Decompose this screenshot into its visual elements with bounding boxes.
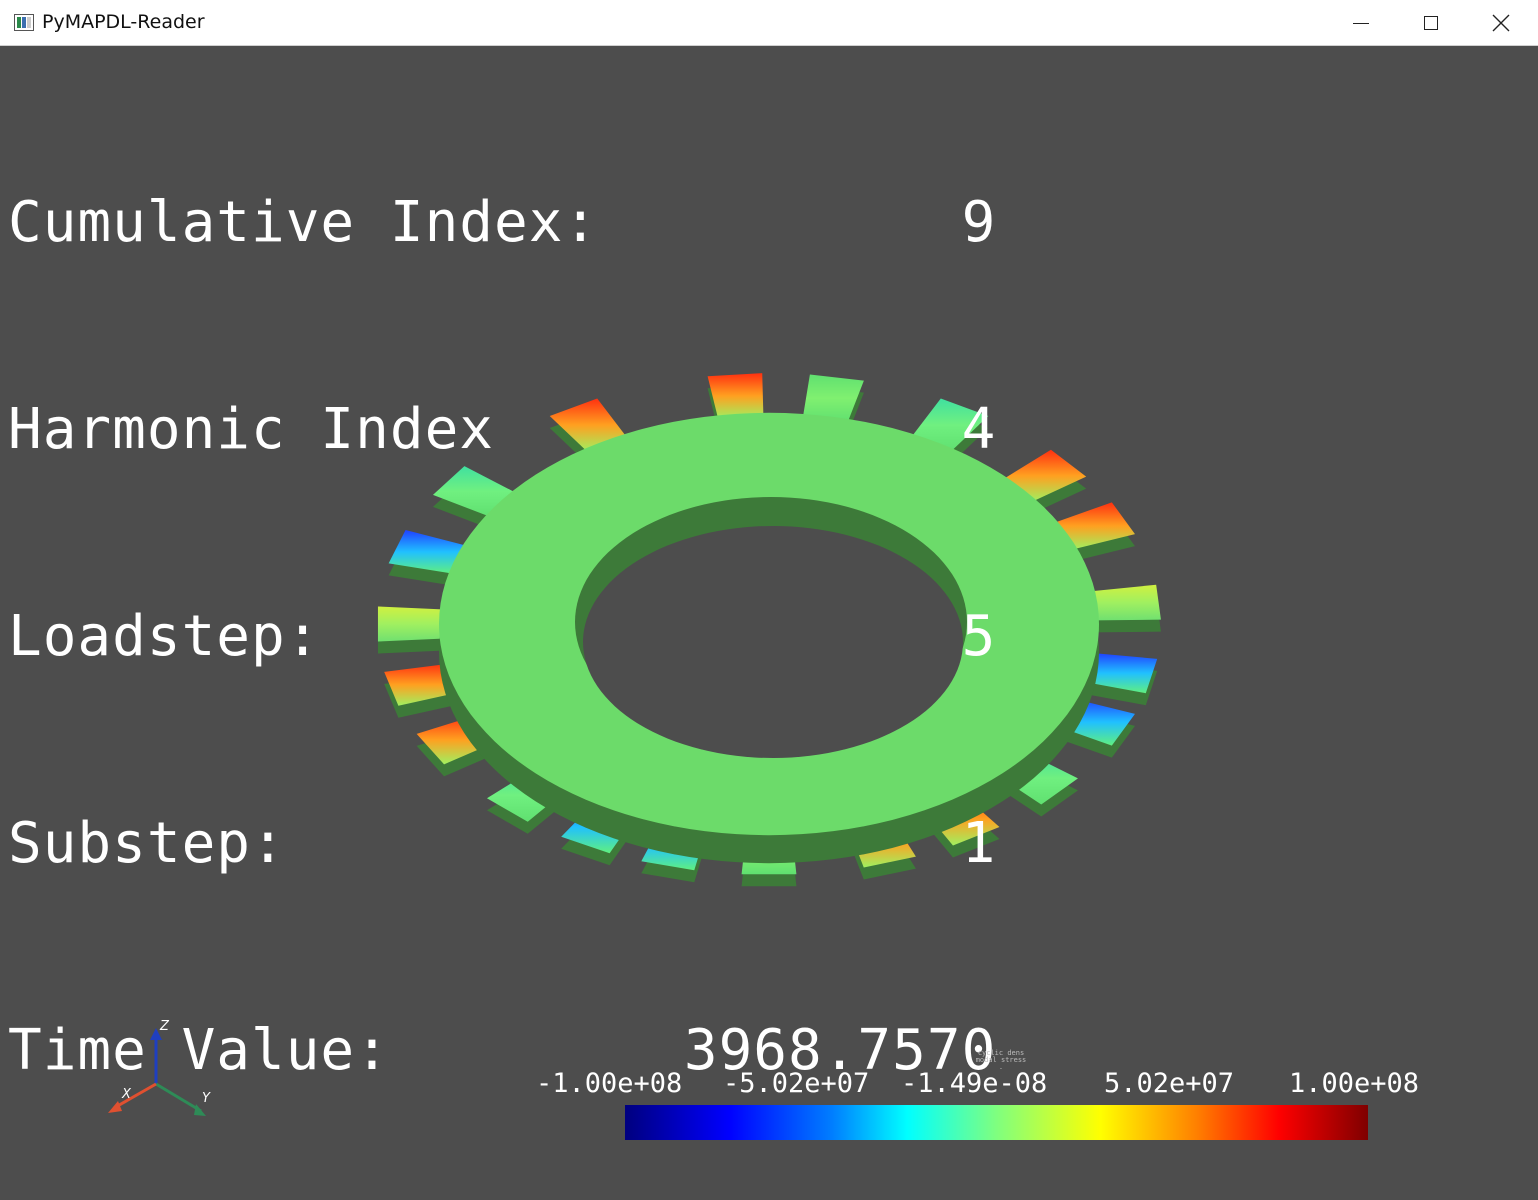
x-axis-line <box>113 1082 157 1110</box>
colorbar-labels: -1.00e+08 -5.02e+07 -1.49e-08 5.02e+07 1… <box>536 1068 1446 1102</box>
colorbar-tick-label: -1.00e+08 <box>536 1068 683 1099</box>
window-title: PyMAPDL-Reader <box>42 11 205 33</box>
info-value: 5 <box>961 604 997 669</box>
y-axis-line <box>155 1082 202 1113</box>
close-button[interactable] <box>1466 0 1536 46</box>
orientation-axes-widget: Z Y X <box>108 1019 211 1116</box>
colorbar-tick-label: -1.49e-08 <box>901 1068 1048 1099</box>
info-value: 4 <box>961 397 997 462</box>
colorbar-tick-label: -5.02e+07 <box>723 1068 870 1099</box>
info-row-substep: Substep: 1 <box>8 809 995 878</box>
y-axis-label: Y <box>202 1091 211 1106</box>
stator-tooth <box>377 606 445 642</box>
colorbar-tick-label: 1.00e+08 <box>1289 1068 1420 1099</box>
info-row-loadstep: Loadstep: 5 <box>8 602 995 671</box>
colorbar-gradient <box>625 1105 1368 1140</box>
info-value: 9 <box>961 190 997 255</box>
z-axis-label: Z <box>159 1019 170 1034</box>
info-label: Substep: <box>8 811 286 876</box>
title-bar: PyMAPDL-Reader <box>0 0 1538 46</box>
info-row-cumulative-index: Cumulative Index: 9 <box>8 188 995 257</box>
maximize-button[interactable] <box>1396 0 1466 46</box>
info-value: 1 <box>961 811 997 876</box>
minimize-icon <box>1353 22 1369 24</box>
disk-center-hole <box>583 526 963 758</box>
close-icon <box>1492 14 1510 32</box>
x-axis-arrow <box>108 1101 122 1113</box>
info-label: Loadstep: <box>8 604 321 669</box>
x-axis-label: X <box>121 1087 132 1102</box>
colorbar-tick-label: 5.02e+07 <box>1104 1068 1235 1099</box>
info-row-harmonic-index: Harmonic Index 4 <box>8 395 995 464</box>
info-label: Cumulative Index: <box>8 190 599 255</box>
stator-tooth <box>1089 584 1161 621</box>
minimize-button[interactable] <box>1326 0 1396 46</box>
maximize-icon <box>1424 16 1438 30</box>
render-viewport[interactable]: Cumulative Index: 9 Harmonic Index 4 Loa… <box>1 46 1536 1198</box>
app-icon <box>14 14 34 31</box>
info-label: Harmonic Index <box>8 397 495 462</box>
